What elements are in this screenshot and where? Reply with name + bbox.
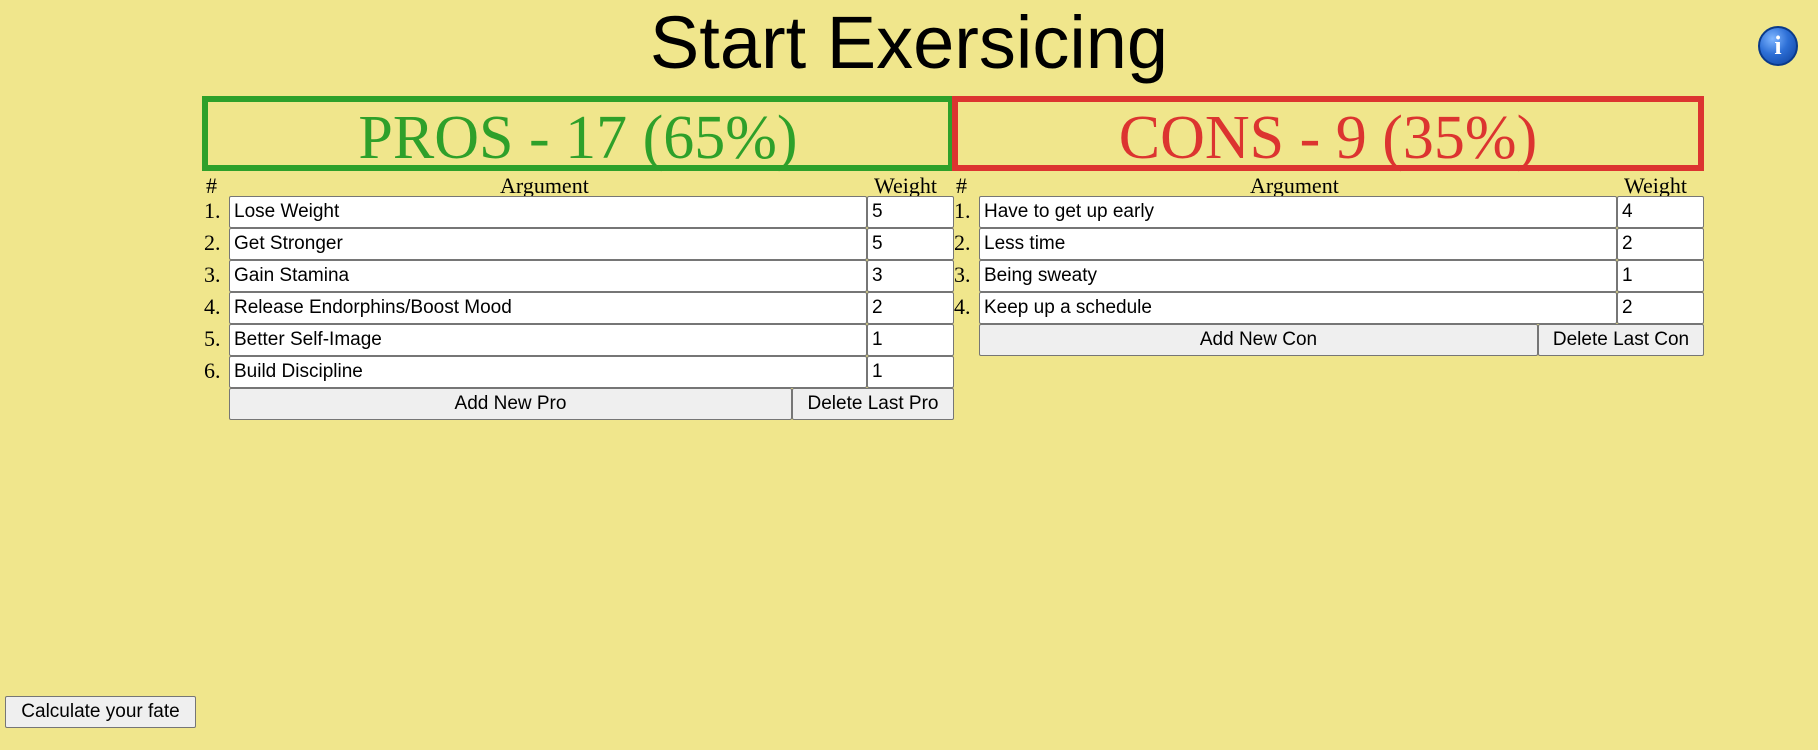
calculate-fate-button[interactable]: Calculate your fate (5, 696, 196, 728)
con-row: 1. (952, 196, 1704, 228)
pro-row-number: 2. (204, 230, 221, 255)
con-row-number: 1. (954, 198, 971, 223)
pro-row: 4. (202, 292, 954, 324)
con-argument-input[interactable] (979, 260, 1617, 292)
pro-row: 5. (202, 324, 954, 356)
number-column-header: # (206, 173, 217, 198)
con-row: 4. (952, 292, 1704, 324)
pro-argument-input[interactable] (229, 260, 867, 292)
pro-argument-input[interactable] (229, 228, 867, 260)
pros-column-headers: # Argument Weight (202, 171, 954, 198)
con-weight-input[interactable] (1617, 196, 1704, 228)
number-column-header: # (956, 173, 967, 198)
pro-row: 1. (202, 196, 954, 228)
pro-argument-input[interactable] (229, 292, 867, 324)
pro-weight-input[interactable] (867, 228, 954, 260)
pro-argument-input[interactable] (229, 324, 867, 356)
cons-header: CONS - 9 (35%) (952, 96, 1704, 172)
pro-row-number: 4. (204, 294, 221, 319)
pro-row-number: 1. (204, 198, 221, 223)
pro-argument-input[interactable] (229, 356, 867, 388)
pros-actions: Add New Pro Delete Last Pro (202, 388, 954, 420)
pro-row: 2. (202, 228, 954, 260)
argument-column-header: Argument (500, 173, 589, 198)
cons-panel: CONS - 9 (35%) # Argument Weight 1. 2. 3… (952, 96, 1704, 356)
cons-column-headers: # Argument Weight (952, 171, 1704, 198)
con-row-number: 3. (954, 262, 971, 287)
pro-row-number: 3. (204, 262, 221, 287)
delete-last-pro-button[interactable]: Delete Last Pro (792, 388, 954, 420)
con-argument-input[interactable] (979, 292, 1617, 324)
pro-weight-input[interactable] (867, 260, 954, 292)
con-row: 3. (952, 260, 1704, 292)
pros-header: PROS - 17 (65%) (202, 96, 954, 172)
pro-weight-input[interactable] (867, 292, 954, 324)
argument-column-header: Argument (1250, 173, 1339, 198)
pro-row-number: 6. (204, 358, 221, 383)
pro-weight-input[interactable] (867, 324, 954, 356)
con-row-number: 2. (954, 230, 971, 255)
add-new-pro-button[interactable]: Add New Pro (229, 388, 792, 420)
con-weight-input[interactable] (1617, 260, 1704, 292)
pro-weight-input[interactable] (867, 196, 954, 228)
weight-column-header: Weight (874, 173, 937, 198)
con-row-number: 4. (954, 294, 971, 319)
con-argument-input[interactable] (979, 228, 1617, 260)
pro-row-number: 5. (204, 326, 221, 351)
pros-panel: PROS - 17 (65%) # Argument Weight 1. 2. … (202, 96, 954, 420)
page-title: Start Exersicing (649, 1, 1169, 84)
pro-row: 3. (202, 260, 954, 292)
con-row: 2. (952, 228, 1704, 260)
con-argument-input[interactable] (979, 196, 1617, 228)
con-weight-input[interactable] (1617, 228, 1704, 260)
pro-row: 6. (202, 356, 954, 388)
delete-last-con-button[interactable]: Delete Last Con (1538, 324, 1704, 356)
pro-argument-input[interactable] (229, 196, 867, 228)
info-icon[interactable]: i (1758, 26, 1798, 66)
pro-weight-input[interactable] (867, 356, 954, 388)
add-new-con-button[interactable]: Add New Con (979, 324, 1538, 356)
cons-actions: Add New Con Delete Last Con (952, 324, 1704, 356)
con-weight-input[interactable] (1617, 292, 1704, 324)
weight-column-header: Weight (1624, 173, 1687, 198)
